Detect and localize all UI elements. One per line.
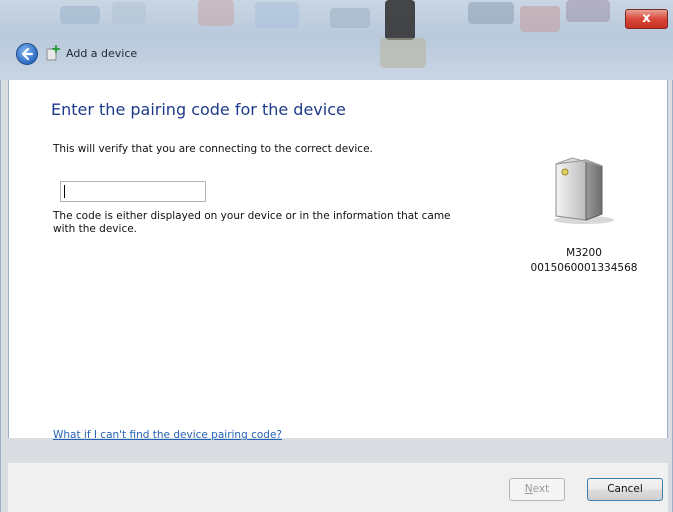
window-title-bar bbox=[0, 0, 673, 80]
text-caret bbox=[64, 185, 65, 198]
next-button[interactable]: Next bbox=[509, 478, 565, 501]
page-heading: Enter the pairing code for the device bbox=[51, 100, 346, 119]
add-device-icon bbox=[46, 45, 60, 61]
dialog-footer bbox=[8, 462, 668, 512]
back-arrow-icon bbox=[21, 47, 34, 61]
next-label: ext bbox=[532, 483, 550, 495]
code-hint-text: The code is either displayed on your dev… bbox=[53, 210, 451, 235]
pairing-code-help-link[interactable]: What if I can't find the device pairing … bbox=[53, 429, 282, 441]
next-accelerator: N bbox=[524, 483, 533, 495]
pairing-code-input[interactable] bbox=[60, 181, 206, 202]
cancel-button[interactable]: Cancel bbox=[587, 478, 663, 501]
content-panel bbox=[8, 80, 668, 438]
back-button[interactable] bbox=[16, 43, 38, 65]
device-address: 0015060001334568 bbox=[530, 262, 638, 274]
window-title: Add a device bbox=[66, 47, 138, 60]
left-frame-edge bbox=[0, 80, 1, 512]
printer-device-icon bbox=[554, 157, 614, 224]
verify-description: This will verify that you are connecting… bbox=[53, 143, 373, 155]
add-device-window: x Add a device Enter the pairing code fo… bbox=[0, 0, 673, 512]
device-name: M3200 bbox=[566, 247, 602, 259]
close-window-button[interactable]: x bbox=[625, 9, 668, 29]
